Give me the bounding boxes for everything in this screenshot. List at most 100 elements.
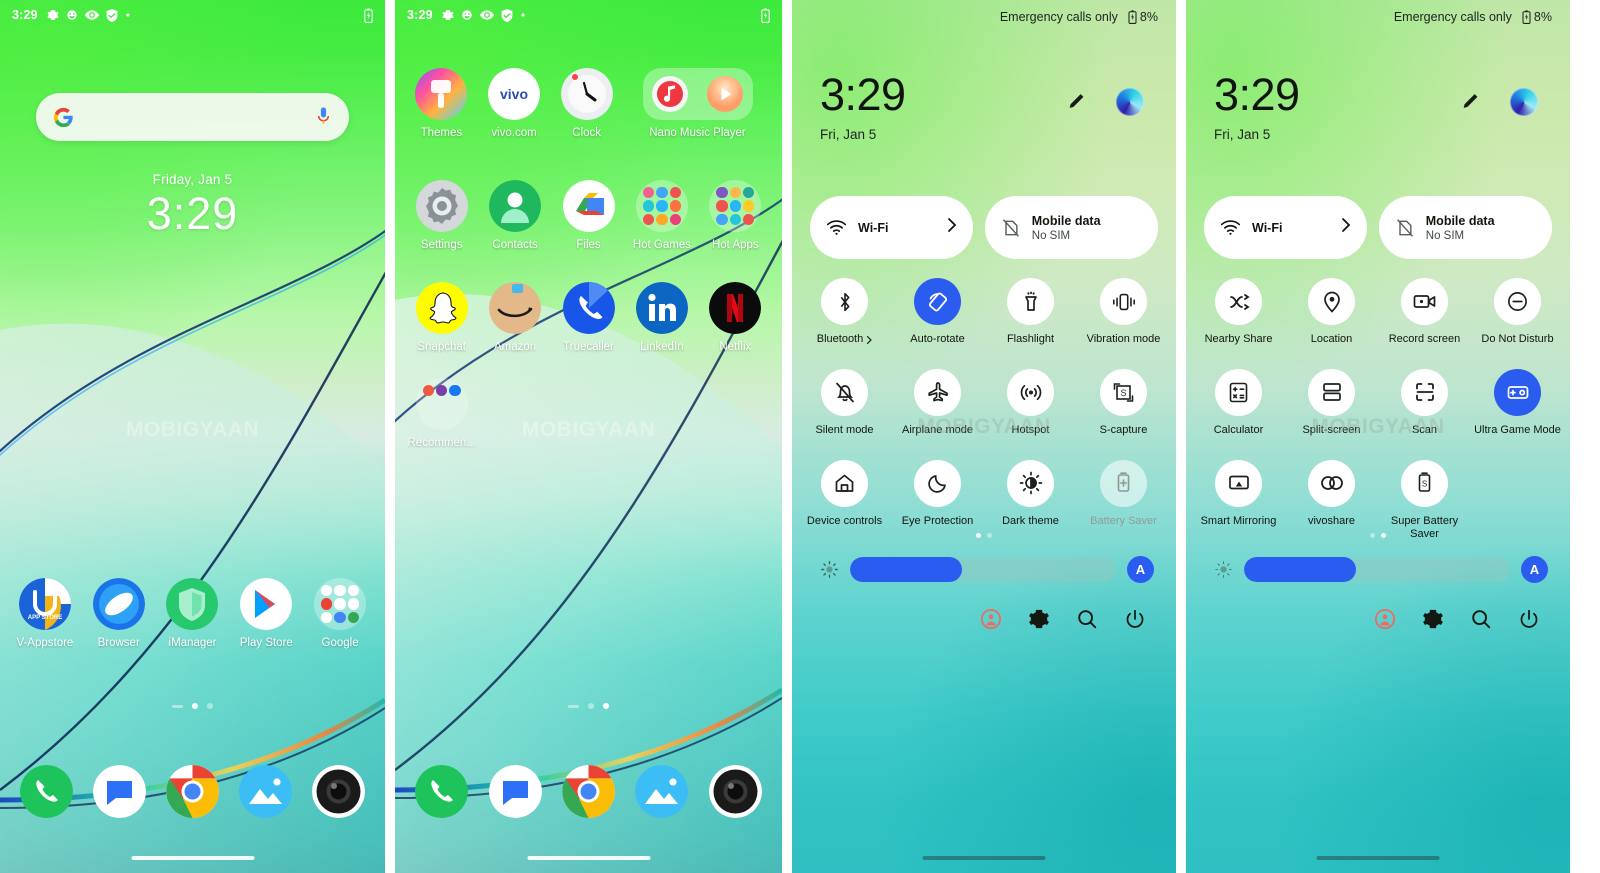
app-contacts[interactable]: Contacts: [478, 180, 551, 251]
qs-tile-bluetooth[interactable]: Bluetooth: [798, 278, 891, 347]
qs-pill-mobile-data[interactable]: Mobile data No SIM: [1378, 196, 1552, 259]
dot-icon: [126, 13, 130, 17]
qs-tile-s-capture[interactable]: S S-capture: [1077, 368, 1170, 438]
chevron-right-icon[interactable]: [947, 217, 957, 238]
power-icon[interactable]: [1124, 608, 1146, 635]
widget-nano-music-player[interactable]: Nano Music Player: [623, 68, 772, 139]
user-avatar-icon[interactable]: [1116, 88, 1144, 116]
chevron-right-icon[interactable]: [1341, 217, 1351, 238]
qs-pill-label: Mobile data No SIM: [1426, 214, 1495, 242]
dock-gallery[interactable]: [229, 765, 302, 818]
hotspot-icon: [1007, 368, 1054, 416]
qs-tile-ultra-game-mode[interactable]: Ultra Game Mode: [1471, 368, 1564, 438]
gesture-home-bar[interactable]: [131, 856, 254, 860]
qs-tile-vibration[interactable]: Vibration mode: [1077, 278, 1170, 347]
qs-pill-wifi[interactable]: Wi-Fi: [810, 196, 973, 259]
brightness-slider[interactable]: [850, 557, 1116, 582]
qs-page-indicator[interactable]: [792, 533, 1176, 538]
qs-tile-battery-saver[interactable]: Battery Saver: [1077, 459, 1170, 529]
qs-tile-label: Ultra Game Mode: [1474, 423, 1561, 436]
settings-gear-icon[interactable]: [1028, 608, 1050, 635]
qs-tile-label: Hotspot: [1011, 423, 1050, 436]
app-vivo-com[interactable]: vivo vivo.com: [478, 68, 551, 139]
qs-tile-airplane-mode[interactable]: Airplane mode: [891, 368, 984, 438]
dock-phone[interactable]: [10, 765, 83, 818]
qs-tile-record-screen[interactable]: Record screen: [1378, 278, 1471, 347]
qs-tile-super-battery-saver[interactable]: S Super Battery Saver: [1378, 459, 1471, 543]
brightness-slider-row[interactable]: A: [1214, 556, 1548, 583]
search-icon[interactable]: [1076, 608, 1098, 635]
dock-messages[interactable]: [83, 765, 156, 818]
dock-chrome[interactable]: [552, 765, 625, 818]
qs-tile-eye-protection[interactable]: Eye Protection: [891, 459, 984, 529]
app-truecaller[interactable]: Truecaller: [552, 282, 625, 353]
user-account-icon[interactable]: [980, 608, 1002, 635]
app-settings[interactable]: Settings: [405, 180, 478, 251]
qs-edit-button[interactable]: [1066, 90, 1088, 117]
app-browser[interactable]: Browser: [82, 578, 156, 649]
app-play-store[interactable]: Play Store: [229, 578, 303, 649]
app-snapchat[interactable]: Snapchat: [405, 282, 478, 353]
app-imanager[interactable]: iManager: [156, 578, 230, 649]
qs-tile-label: Bluetooth: [816, 333, 864, 345]
qs-pill-wifi[interactable]: Wi-Fi: [1204, 196, 1367, 259]
qs-tile-auto-rotate[interactable]: Auto-rotate: [891, 278, 984, 347]
brightness-slider[interactable]: [1244, 557, 1510, 582]
qs-tile-split-screen[interactable]: Split-screen: [1285, 368, 1378, 438]
qs-tile-flashlight[interactable]: Flashlight: [984, 278, 1077, 347]
qs-tile-label: Auto-rotate: [910, 333, 965, 345]
chevron-right-icon[interactable]: [866, 335, 873, 345]
dock-camera[interactable]: [699, 765, 772, 818]
dock-gallery[interactable]: [625, 765, 698, 818]
app-v-appstore[interactable]: APP STORE V-Appstore: [8, 578, 82, 649]
qs-tile-location[interactable]: Location: [1285, 278, 1378, 347]
qs-tile-nearby-share[interactable]: Nearby Share: [1192, 278, 1285, 347]
contacts-icon: [489, 180, 542, 232]
home-page-indicator[interactable]: [0, 703, 385, 709]
microphone-icon[interactable]: [315, 106, 332, 128]
home-clock-widget[interactable]: Friday, Jan 5 3:29: [0, 172, 385, 240]
google-search-bar[interactable]: [36, 93, 349, 141]
qs-edit-button[interactable]: [1460, 90, 1482, 117]
app-themes[interactable]: Themes: [405, 68, 478, 139]
qs-page-indicator[interactable]: [1186, 533, 1570, 538]
gesture-home-bar[interactable]: [1316, 856, 1440, 860]
dock-phone[interactable]: [405, 765, 478, 818]
dock-messages[interactable]: [478, 765, 551, 818]
app-clock[interactable]: Clock: [550, 68, 623, 139]
app-hot-games[interactable]: Hot Games: [625, 180, 698, 251]
auto-brightness-button[interactable]: A: [1521, 556, 1548, 583]
user-avatar-icon[interactable]: [1510, 88, 1538, 116]
app-netflix[interactable]: Netflix: [699, 282, 772, 353]
app-files[interactable]: Files: [552, 180, 625, 251]
power-icon[interactable]: [1518, 608, 1540, 635]
brightness-slider-row[interactable]: A: [820, 556, 1154, 583]
qs-pill-mobile-data[interactable]: Mobile data No SIM: [984, 196, 1158, 259]
dock-chrome[interactable]: [156, 765, 229, 818]
status-bar-right: [761, 7, 770, 23]
app-linkedin[interactable]: LinkedIn: [625, 282, 698, 353]
google-folder-icon: [314, 578, 367, 630]
qs-tile-hotspot[interactable]: Hotspot: [984, 368, 1077, 438]
qs-tile-silent-mode[interactable]: Silent mode: [798, 368, 891, 438]
home2-page-indicator[interactable]: [395, 703, 782, 709]
chrome-icon: [166, 765, 219, 818]
qs-tile-dark-theme[interactable]: Dark theme: [984, 459, 1077, 529]
gesture-home-bar[interactable]: [922, 856, 1046, 860]
search-icon[interactable]: [1470, 608, 1492, 635]
user-account-icon[interactable]: [1374, 608, 1396, 635]
qs-tile-scan[interactable]: Scan: [1378, 368, 1471, 438]
gesture-home-bar[interactable]: [527, 856, 650, 860]
qs-tile-calculator[interactable]: Calculator: [1192, 368, 1285, 438]
qs-tile-device-controls[interactable]: Device controls: [798, 459, 891, 529]
app-hot-apps[interactable]: Hot Apps: [699, 180, 772, 251]
qs-tile-vivoshare[interactable]: vivoshare: [1285, 459, 1378, 543]
app-amazon[interactable]: Amazon: [478, 282, 551, 353]
dock-camera[interactable]: [302, 765, 375, 818]
qs-tile-do-not-disturb[interactable]: Do Not Disturb: [1471, 278, 1564, 347]
app-recommendations-folder[interactable]: Recommen...: [405, 378, 478, 449]
auto-brightness-button[interactable]: A: [1127, 556, 1154, 583]
settings-gear-icon[interactable]: [1422, 608, 1444, 635]
app-google-folder[interactable]: Google: [303, 578, 377, 649]
qs-tile-smart-mirroring[interactable]: Smart Mirroring: [1192, 459, 1285, 543]
